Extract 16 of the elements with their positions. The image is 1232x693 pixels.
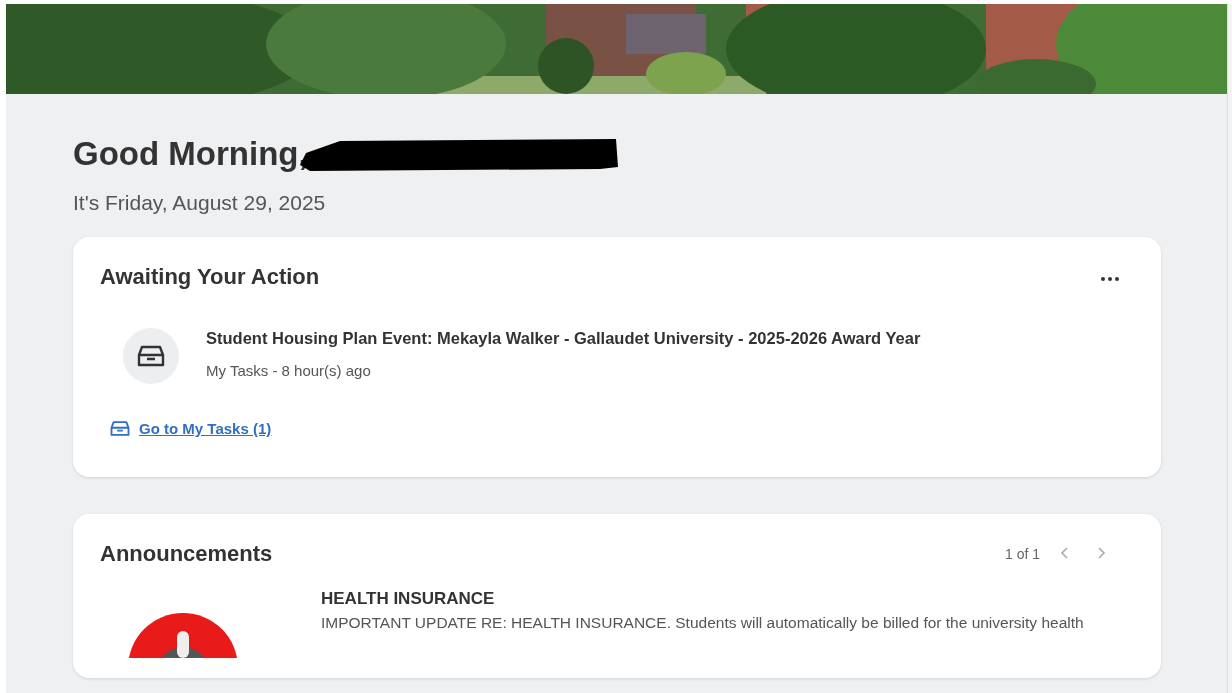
alert-icon xyxy=(128,613,238,658)
chevron-right-icon xyxy=(1096,545,1106,560)
inbox-icon xyxy=(109,420,131,437)
go-to-tasks-link[interactable]: Go to My Tasks (1) xyxy=(109,420,272,437)
inbox-icon xyxy=(123,328,179,384)
announcement-title: HEALTH INSURANCE xyxy=(321,589,496,609)
card-title: Awaiting Your Action xyxy=(100,264,320,290)
task-meta: My Tasks - 8 hour(s) ago xyxy=(206,362,372,379)
greeting: Good Morning, xyxy=(73,135,308,173)
card-title: Announcements xyxy=(100,541,273,567)
chevron-left-icon xyxy=(1060,545,1070,560)
ellipsis-icon xyxy=(1100,275,1120,282)
task-title-link[interactable]: Student Housing Plan Event: Mekayla Walker - Gallaudet University - 2025-2026 Award Year xyxy=(206,329,921,348)
page-count: 1 of 1 xyxy=(1004,546,1040,562)
announcement-text: IMPORTANT UPDATE RE: HEALTH INSURANCE. Students will automatically be billed for the university health xyxy=(321,614,1084,632)
date-text: It's Friday, August 29, 2025 xyxy=(73,191,327,215)
